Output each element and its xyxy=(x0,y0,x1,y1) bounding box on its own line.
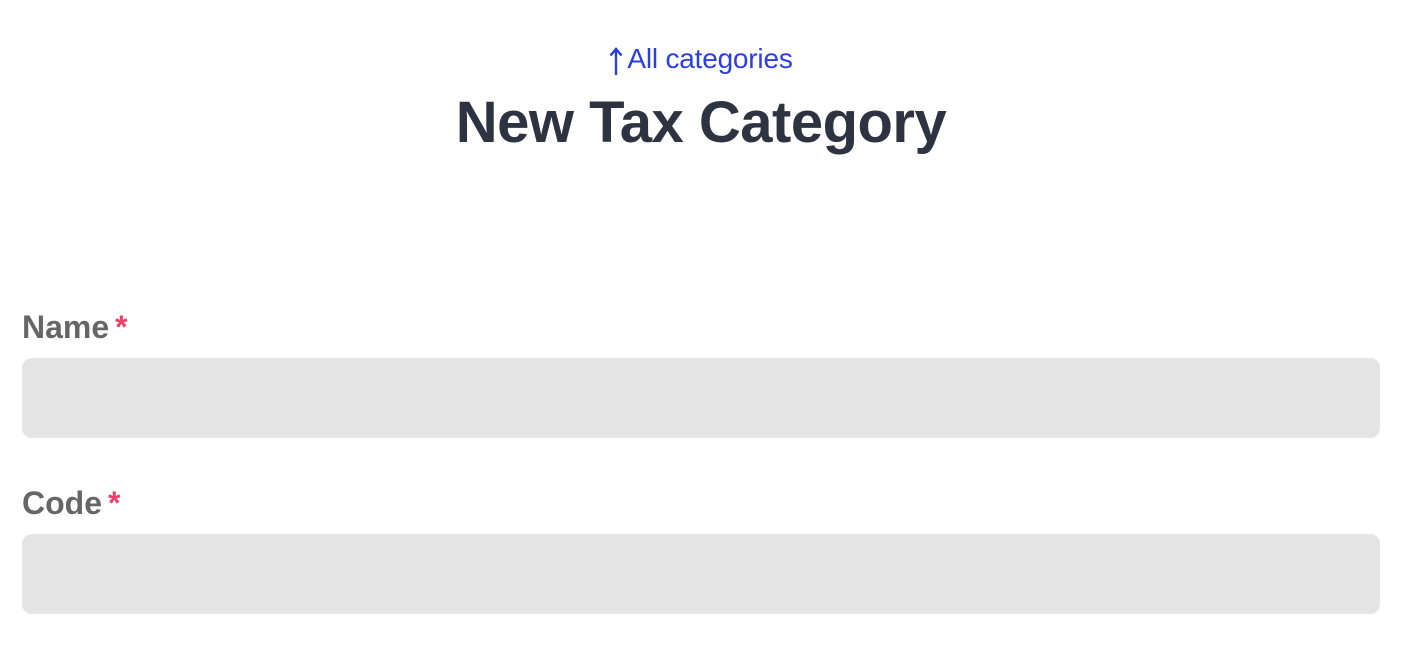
tax-category-form-page: All categories New Tax Category Name * Co… xyxy=(0,0,1402,654)
arrow-up-icon xyxy=(609,44,623,78)
required-asterisk: * xyxy=(108,485,121,521)
name-input[interactable] xyxy=(22,358,1380,438)
page-title: New Tax Category xyxy=(455,90,947,155)
all-categories-link[interactable]: All categories xyxy=(0,42,1402,78)
code-field-group: Code * xyxy=(22,484,1380,614)
code-label-text: Code xyxy=(22,485,102,521)
required-asterisk: * xyxy=(115,309,128,345)
code-label: Code * xyxy=(22,484,1380,522)
code-input[interactable] xyxy=(22,534,1380,614)
all-categories-label: All categories xyxy=(627,43,793,74)
name-field-group: Name * xyxy=(22,308,1380,438)
name-label: Name * xyxy=(22,308,1380,346)
name-label-text: Name xyxy=(22,309,110,345)
